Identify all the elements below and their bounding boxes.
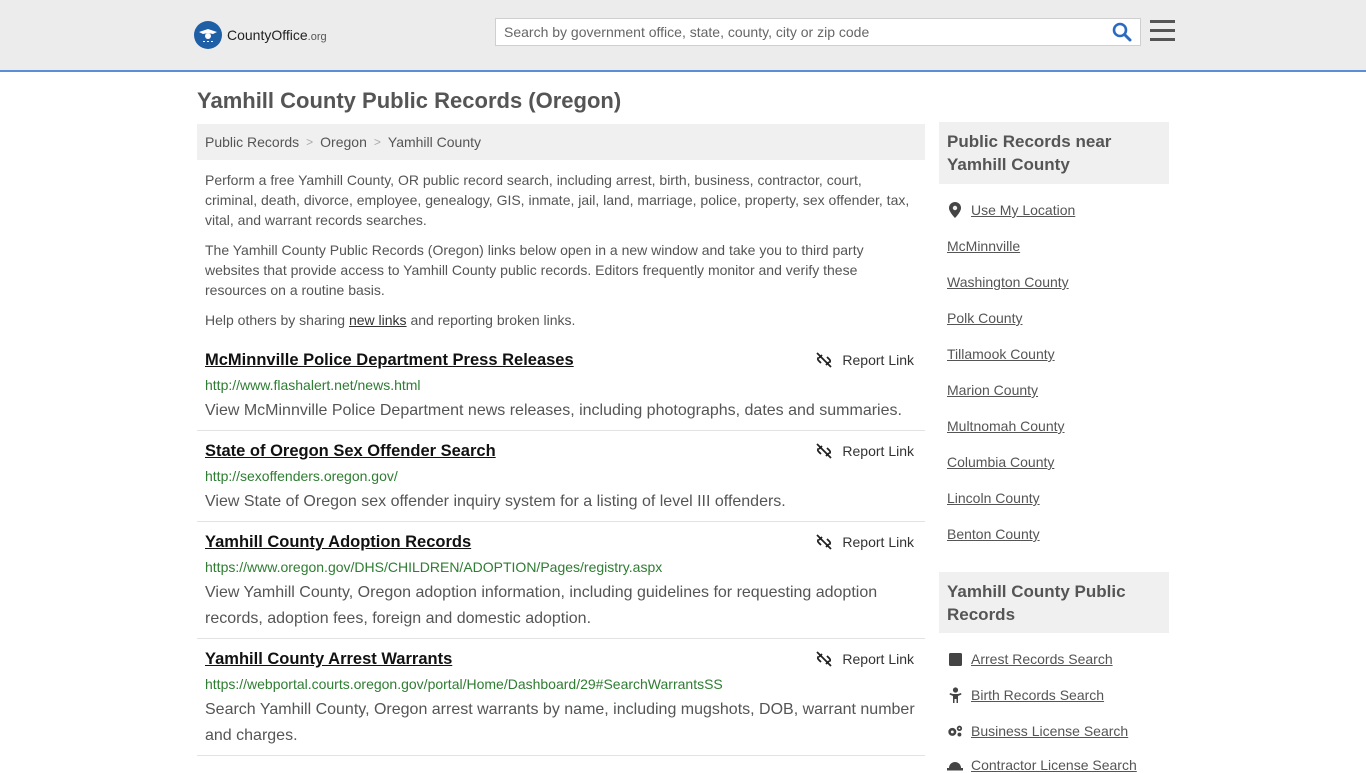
record-title-link[interactable]: Yamhill County Adoption Records bbox=[205, 533, 471, 552]
breadcrumb-public-records[interactable]: Public Records bbox=[205, 134, 299, 150]
nearby-link-mcminnville[interactable]: McMinnville bbox=[947, 238, 1020, 254]
broken-link-icon bbox=[816, 352, 833, 368]
broken-link-icon bbox=[816, 534, 833, 550]
logo-eagle-icon bbox=[194, 21, 222, 49]
disclaimer-paragraph: The Yamhill County Public Records (Orego… bbox=[205, 242, 864, 298]
use-my-location-link[interactable]: Use My Location bbox=[947, 202, 1075, 218]
search-input[interactable] bbox=[496, 19, 1096, 45]
search-box bbox=[495, 18, 1141, 46]
help-paragraph: Help others by sharing new links and rep… bbox=[205, 312, 576, 328]
breadcrumb-separator-icon: > bbox=[306, 135, 314, 149]
record-description: View McMinnville Police Department news … bbox=[205, 402, 902, 419]
broken-link-icon bbox=[816, 651, 833, 667]
nearby-link-multnomah-county[interactable]: Multnomah County bbox=[947, 418, 1065, 434]
breadcrumb-yamhill-county[interactable]: Yamhill County bbox=[388, 134, 481, 150]
birth-records-search-link[interactable]: Birth Records Search bbox=[947, 687, 1104, 703]
record-item: McMinnville Police Department Press Rele… bbox=[197, 351, 925, 431]
report-link-button[interactable]: Report Link bbox=[816, 443, 914, 459]
breadcrumb-oregon[interactable]: Oregon bbox=[320, 134, 367, 150]
record-description: Search Yamhill County, Oregon arrest war… bbox=[205, 701, 915, 744]
record-url: https://webportal.courts.oregon.gov/port… bbox=[205, 676, 723, 692]
report-link-button[interactable]: Report Link bbox=[816, 352, 914, 368]
record-item: Yamhill County Adoption Records Report L… bbox=[197, 533, 925, 639]
nearby-link-washington-county[interactable]: Washington County bbox=[947, 274, 1069, 290]
record-item: State of Oregon Sex Offender Search Repo… bbox=[197, 442, 925, 522]
map-marker-icon bbox=[947, 202, 963, 218]
breadcrumb: Public Records > Oregon > Yamhill County bbox=[197, 124, 925, 160]
sidebar-records-heading: Yamhill County Public Records bbox=[939, 572, 1169, 633]
nearby-link-columbia-county[interactable]: Columbia County bbox=[947, 454, 1054, 470]
nearby-link-marion-county[interactable]: Marion County bbox=[947, 382, 1038, 398]
baby-icon bbox=[947, 687, 963, 703]
square-icon bbox=[947, 651, 963, 667]
site-logo[interactable]: CountyOffice.org bbox=[194, 20, 327, 50]
search-button[interactable] bbox=[1112, 22, 1134, 44]
record-url: https://www.oregon.gov/DHS/CHILDREN/ADOP… bbox=[205, 559, 663, 575]
page-title: Yamhill County Public Records (Oregon) bbox=[197, 88, 622, 113]
record-description: View Yamhill County, Oregon adoption inf… bbox=[205, 584, 878, 627]
hardhat-icon bbox=[947, 757, 963, 773]
contractor-license-search-link[interactable]: Contractor License Search bbox=[947, 757, 1137, 773]
site-header: CountyOffice.org bbox=[0, 0, 1366, 72]
record-title-link[interactable]: Yamhill County Arrest Warrants bbox=[205, 650, 452, 669]
broken-link-icon bbox=[816, 443, 833, 459]
hamburger-menu-icon[interactable] bbox=[1150, 20, 1175, 42]
record-title-link[interactable]: McMinnville Police Department Press Rele… bbox=[205, 351, 574, 370]
record-item: Yamhill County Arrest Warrants Report Li… bbox=[197, 650, 925, 756]
nearby-link-benton-county[interactable]: Benton County bbox=[947, 526, 1040, 542]
sidebar-nearby-heading: Public Records near Yamhill County bbox=[939, 122, 1169, 184]
new-links-link[interactable]: new links bbox=[349, 312, 407, 328]
nearby-link-polk-county[interactable]: Polk County bbox=[947, 310, 1022, 326]
record-url: http://sexoffenders.oregon.gov/ bbox=[205, 468, 398, 484]
record-url: http://www.flashalert.net/news.html bbox=[205, 377, 421, 393]
report-link-button[interactable]: Report Link bbox=[816, 534, 914, 550]
record-description: View State of Oregon sex offender inquir… bbox=[205, 493, 786, 510]
report-link-button[interactable]: Report Link bbox=[816, 651, 914, 667]
gears-icon bbox=[947, 723, 963, 739]
search-icon bbox=[1112, 22, 1132, 42]
arrest-records-search-link[interactable]: Arrest Records Search bbox=[947, 651, 1113, 667]
business-license-search-link[interactable]: Business License Search bbox=[947, 723, 1128, 739]
intro-paragraph: Perform a free Yamhill County, OR public… bbox=[205, 172, 910, 228]
nearby-link-tillamook-county[interactable]: Tillamook County bbox=[947, 346, 1055, 362]
logo-text: CountyOffice.org bbox=[227, 27, 327, 43]
nearby-link-lincoln-county[interactable]: Lincoln County bbox=[947, 490, 1040, 506]
record-title-link[interactable]: State of Oregon Sex Offender Search bbox=[205, 442, 496, 461]
breadcrumb-separator-icon: > bbox=[373, 135, 381, 149]
